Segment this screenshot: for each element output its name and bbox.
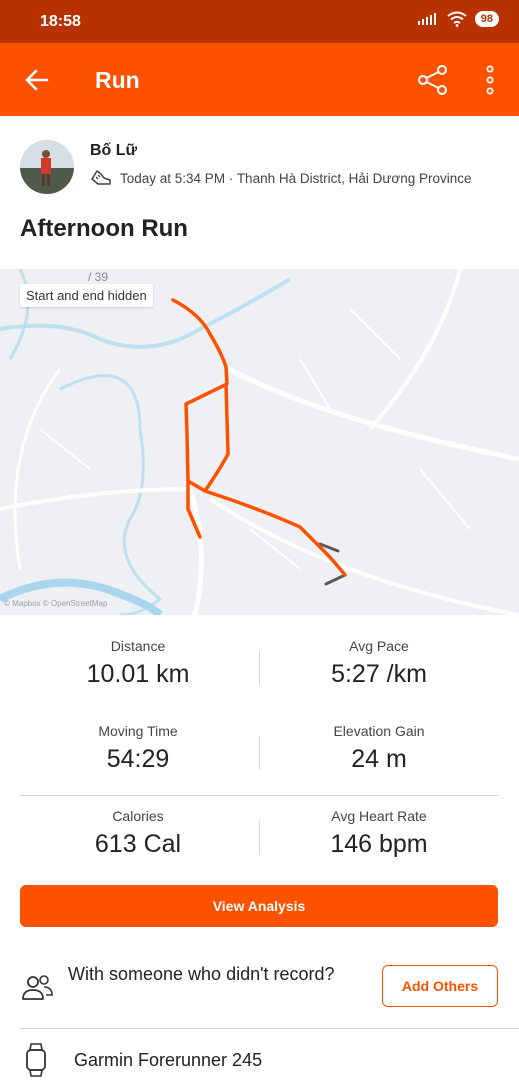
stat-label: Moving Time xyxy=(98,723,178,739)
stat-calories: Calories 613 Cal xyxy=(18,808,258,859)
stat-label: Calories xyxy=(112,808,164,824)
activity-title: Afternoon Run xyxy=(20,215,188,242)
signal-icon xyxy=(417,13,436,25)
stat-label: Elevation Gain xyxy=(333,723,425,739)
view-analysis-button[interactable]: View Analysis xyxy=(20,885,498,927)
status-time: 18:58 xyxy=(40,13,81,30)
stat-avg-heart-rate: Avg Heart Rate 146 bpm xyxy=(259,808,499,859)
stat-label: Distance xyxy=(110,638,166,654)
share-icon[interactable] xyxy=(416,63,450,97)
shoe-icon xyxy=(91,170,111,185)
wifi-icon xyxy=(447,11,467,27)
map-canvas: / 39 xyxy=(0,269,519,615)
avatar[interactable] xyxy=(20,140,74,194)
stat-divider xyxy=(259,821,260,855)
stat-label: Avg Pace xyxy=(349,638,409,654)
app-bar: Run xyxy=(0,43,519,116)
with-someone-prompt: With someone who didn't record? xyxy=(68,964,335,984)
stat-avg-pace: Avg Pace 5:27 /km xyxy=(259,638,499,689)
stat-moving-time: Moving Time 54:29 xyxy=(18,723,258,774)
map-privacy-badge: Start and end hidden xyxy=(20,284,153,307)
back-arrow-icon[interactable] xyxy=(22,65,52,95)
page-title: Run xyxy=(95,67,140,93)
group-icon xyxy=(22,975,53,1000)
status-icons: 98 xyxy=(417,11,499,27)
stat-value: 146 bpm xyxy=(330,830,428,858)
device-name: Garmin Forerunner 245 xyxy=(74,1050,263,1070)
stat-value: 5:27 /km xyxy=(331,660,427,688)
stat-value: 10.01 km xyxy=(86,660,190,688)
add-others-button[interactable]: Add Others xyxy=(382,965,498,1007)
stat-elevation-gain: Elevation Gain 24 m xyxy=(259,723,499,774)
section-divider xyxy=(20,1028,519,1029)
status-bar: 18:58 98 xyxy=(0,0,519,43)
route-map[interactable]: / 39 xyxy=(0,269,519,615)
watch-icon xyxy=(26,1043,46,1077)
stat-value: 54:29 xyxy=(106,745,170,773)
activity-meta-text: Today at 5:34 PM · Thanh Hà District, Hả… xyxy=(120,170,472,186)
stat-value: 24 m xyxy=(351,745,407,773)
stat-divider xyxy=(259,651,260,685)
map-attribution[interactable]: © Mapbox © OpenStreetMap xyxy=(4,599,107,608)
section-divider xyxy=(20,795,498,796)
stat-value: 613 Cal xyxy=(94,830,182,858)
stat-divider xyxy=(259,736,260,770)
svg-text:/ 39: / 39 xyxy=(88,270,108,284)
stat-label: Avg Heart Rate xyxy=(331,808,427,824)
more-options-icon[interactable] xyxy=(480,63,500,97)
athlete-name[interactable]: Bố Lữ xyxy=(90,142,137,160)
battery-indicator: 98 xyxy=(474,11,499,27)
activity-meta: Today at 5:34 PM · Thanh Hà District, Hả… xyxy=(90,168,472,188)
stat-distance: Distance 10.01 km xyxy=(18,638,258,689)
